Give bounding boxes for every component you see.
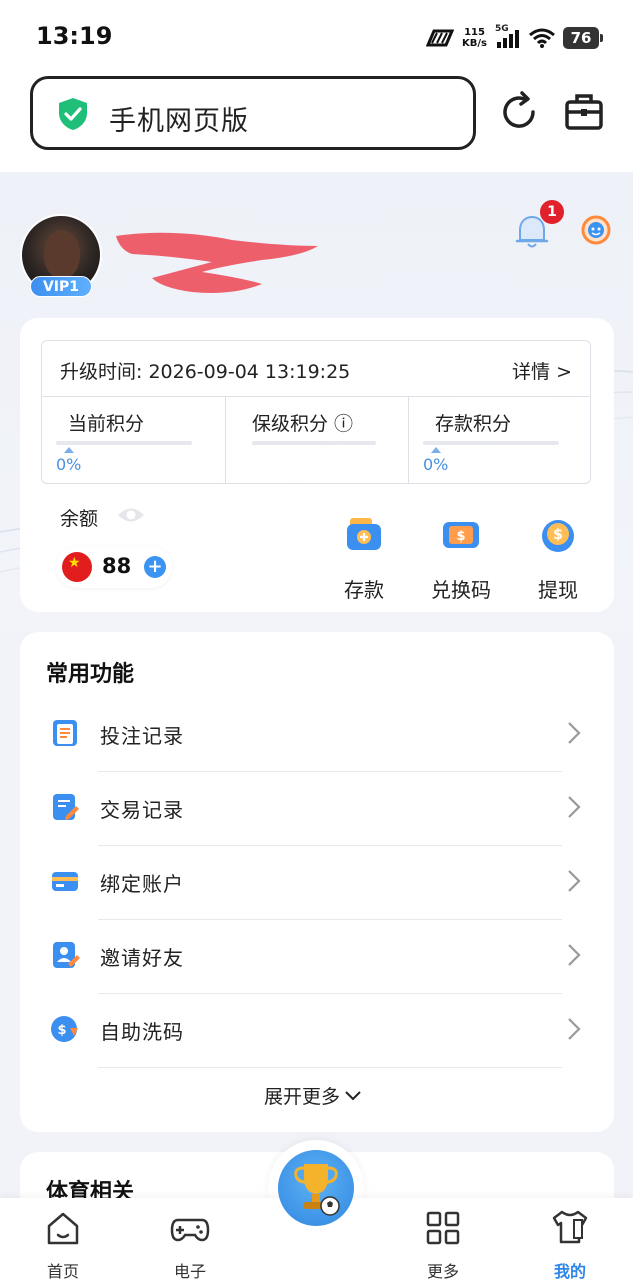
menu-item-bet-records[interactable]: 投注记录 bbox=[20, 698, 614, 772]
menu-label: 交易记录 bbox=[100, 798, 184, 822]
menu-item-transaction-records[interactable]: 交易记录 bbox=[20, 772, 614, 846]
score-title[interactable]: 保级积分 ⓘ bbox=[252, 409, 353, 436]
chevron-down-icon bbox=[345, 1090, 361, 1100]
progress-marker bbox=[431, 447, 441, 453]
tab-mine[interactable]: 我的 bbox=[530, 1198, 610, 1280]
menu-label: 邀请好友 bbox=[100, 946, 184, 970]
battery-icon: 76 bbox=[563, 27, 603, 49]
status-bar: 13:19 115 KB/s 5G 76 bbox=[0, 0, 633, 70]
trophy-icon bbox=[294, 1164, 340, 1216]
menu-label: 自助洗码 bbox=[100, 1020, 184, 1044]
net-speed: 115 KB/s bbox=[462, 27, 487, 49]
home-icon bbox=[47, 1212, 79, 1245]
score-current: 当前积分 0% bbox=[42, 397, 225, 483]
vip-badge: VIP1 bbox=[30, 276, 92, 297]
eye-icon[interactable] bbox=[116, 504, 146, 526]
avatar-photo bbox=[44, 230, 80, 278]
balance-value: 88 bbox=[102, 554, 132, 578]
net-speed-value: 115 bbox=[464, 27, 485, 38]
tab-electronic[interactable]: 电子 bbox=[150, 1198, 230, 1280]
action-label: 存款 bbox=[344, 578, 384, 602]
score-percent: 0% bbox=[56, 455, 82, 474]
tab-label: 电子 bbox=[173, 1262, 206, 1280]
tab-home[interactable]: 首页 bbox=[23, 1198, 103, 1280]
status-time: 13:19 bbox=[36, 22, 113, 50]
score-percent: 0% bbox=[423, 455, 449, 474]
shield-check-icon bbox=[59, 98, 87, 130]
menu-label: 绑定账户 bbox=[100, 872, 184, 896]
chevron-right-icon bbox=[568, 870, 581, 892]
menu-label: 投注记录 bbox=[100, 724, 184, 748]
deposit-button[interactable]: 存款 bbox=[329, 514, 399, 603]
signal-icon: 5G bbox=[495, 24, 521, 50]
svg-text:$: $ bbox=[553, 527, 563, 543]
customer-service-icon[interactable] bbox=[578, 212, 614, 248]
tab-more[interactable]: 更多 bbox=[403, 1198, 483, 1280]
divider bbox=[98, 1067, 562, 1068]
score-deposit: 存款积分 0% bbox=[408, 397, 591, 483]
transaction-record-icon bbox=[53, 794, 79, 820]
withdraw-button[interactable]: $ 提现 bbox=[523, 514, 593, 603]
status-icons: 115 KB/s 5G 76 bbox=[426, 22, 603, 54]
tab-label: 更多 bbox=[426, 1262, 459, 1280]
nfc-icon bbox=[426, 29, 455, 47]
browser-header: 手机网页版 bbox=[0, 70, 633, 172]
balance-pill: 88 + bbox=[56, 546, 172, 588]
score-retain: 保级积分 ⓘ bbox=[225, 397, 408, 483]
grid-icon bbox=[426, 1211, 460, 1245]
voucher-icon: $ bbox=[443, 522, 479, 548]
invite-friend-icon bbox=[53, 942, 80, 968]
details-link[interactable]: 详情 > bbox=[512, 357, 572, 384]
bind-account-icon bbox=[52, 872, 78, 891]
toolbox-icon[interactable] bbox=[564, 90, 604, 134]
refresh-icon[interactable] bbox=[500, 90, 540, 134]
voucher-button[interactable]: $ 兑换码 bbox=[426, 514, 496, 603]
score-title: 存款积分 bbox=[435, 413, 512, 435]
redaction-mark bbox=[116, 232, 318, 293]
progress-marker bbox=[64, 447, 74, 453]
chevron-right-icon bbox=[568, 722, 581, 744]
chevron-right-icon bbox=[568, 796, 581, 818]
wifi-icon bbox=[529, 28, 555, 48]
deposit-icon bbox=[347, 518, 381, 550]
expand-more-button[interactable]: 展开更多 bbox=[264, 1082, 362, 1109]
progress-bar bbox=[56, 441, 192, 445]
address-bar[interactable]: 手机网页版 bbox=[30, 76, 476, 150]
center-trophy-button[interactable] bbox=[278, 1150, 354, 1226]
net-speed-unit: KB/s bbox=[462, 38, 487, 49]
withdraw-icon: $ bbox=[542, 520, 574, 552]
upgrade-time-row[interactable]: 升级时间: 2026-09-04 13:19:25 详情 > bbox=[42, 341, 590, 397]
network-type: 5G bbox=[495, 24, 509, 34]
gamepad-icon bbox=[170, 1218, 210, 1242]
tab-label: 首页 bbox=[46, 1262, 79, 1280]
self-rebate-icon: $ bbox=[51, 1016, 78, 1042]
svg-text:$: $ bbox=[456, 529, 465, 544]
upgrade-panel: 升级时间: 2026-09-04 13:19:25 详情 > 当前积分 0% 保… bbox=[41, 340, 591, 484]
progress-bar bbox=[252, 441, 376, 445]
profile-shirt-icon bbox=[552, 1210, 588, 1244]
chevron-right-icon bbox=[568, 944, 581, 966]
action-label: 提现 bbox=[538, 578, 578, 602]
address-title: 手机网页版 bbox=[109, 106, 249, 137]
china-flag-icon bbox=[62, 552, 92, 582]
menu-item-invite-friends[interactable]: 邀请好友 bbox=[20, 920, 614, 994]
menu-item-self-rebate[interactable]: $ 自助洗码 bbox=[20, 994, 614, 1068]
tab-label: 我的 bbox=[553, 1262, 586, 1280]
notification-badge: 1 bbox=[540, 200, 564, 224]
balance-label: 余额 bbox=[60, 508, 99, 530]
section-title-common: 常用功能 bbox=[46, 662, 135, 687]
add-funds-button[interactable]: + bbox=[144, 556, 166, 578]
upgrade-time: 2026-09-04 13:19:25 bbox=[148, 361, 351, 383]
menu-item-bind-account[interactable]: 绑定账户 bbox=[20, 846, 614, 920]
action-label: 兑换码 bbox=[431, 578, 491, 602]
chevron-right-icon bbox=[568, 1018, 581, 1040]
score-title: 当前积分 bbox=[68, 413, 145, 435]
svg-text:$: $ bbox=[57, 1023, 66, 1038]
upgrade-label: 升级时间: 2026-09-04 13:19:25 bbox=[60, 361, 351, 383]
progress-bar bbox=[423, 441, 559, 445]
expand-more-label: 展开更多 bbox=[264, 1086, 341, 1108]
bet-record-icon bbox=[53, 720, 77, 746]
